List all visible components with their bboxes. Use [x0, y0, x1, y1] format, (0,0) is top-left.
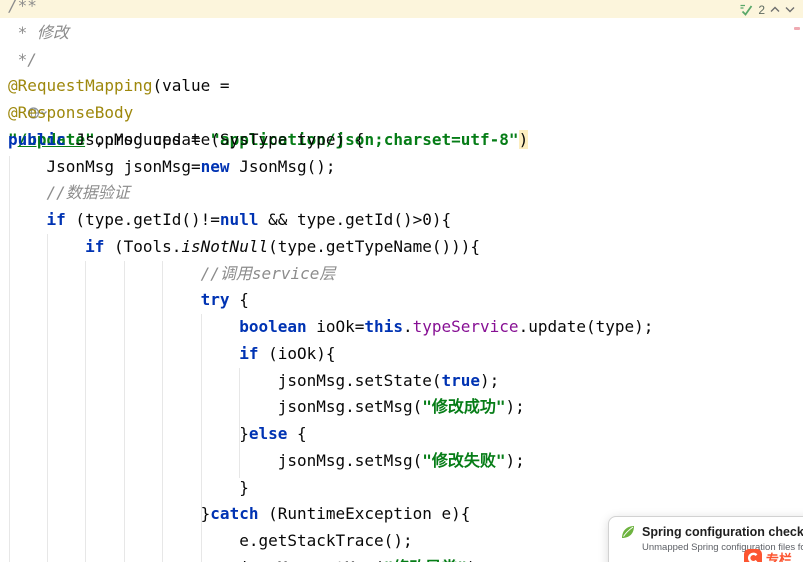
prev-problem-button[interactable]	[770, 6, 780, 13]
inspections-widget[interactable]: 2	[739, 2, 795, 17]
code-line: jsonMsg.setMsg("修改成功");	[8, 394, 653, 421]
code-line: }catch (RuntimeException e){	[8, 501, 653, 528]
code-line: if (Tools.isNotNull(type.getTypeName()))…	[8, 234, 653, 261]
inspection-count: 2	[758, 3, 765, 17]
ide-editor-window: /** * 修改 */@RequestMapping(value = "/upd…	[0, 0, 803, 562]
overlay-label: 专栏	[766, 549, 792, 562]
typos-ok-icon	[739, 3, 753, 16]
code-line: e.getStackTrace();	[8, 528, 653, 555]
code-line: jsonMsg.setState(true);	[8, 368, 653, 395]
code-line: jsonMsg.setMsg("修改失败");	[8, 448, 653, 475]
code-line: * 修改	[8, 20, 653, 47]
code-line: }	[8, 475, 653, 502]
code-line: }else {	[8, 421, 653, 448]
code-line: boolean ioOk=this.typeService.update(typ…	[8, 314, 653, 341]
code-line: jsonMsg.setMsg("修改异常");	[8, 555, 653, 562]
floating-overlay-badge[interactable]: 专栏	[744, 549, 792, 562]
code-line: @RequestMapping(value = "/update",produc…	[8, 73, 653, 100]
code-editor[interactable]: /** * 修改 */@RequestMapping(value = "/upd…	[8, 0, 653, 562]
code-line: /**	[8, 0, 653, 20]
code-line: public JsonMsg update(SysType type) {	[8, 127, 653, 154]
code-line: */	[8, 47, 653, 74]
csdn-logo[interactable]	[744, 549, 762, 562]
code-line: //数据验证	[8, 180, 653, 207]
scrollbar-warning-marker[interactable]	[794, 27, 800, 30]
code-line: JsonMsg jsonMsg=new JsonMsg();	[8, 154, 653, 181]
spring-leaf-icon	[621, 525, 635, 539]
next-problem-button[interactable]	[785, 6, 795, 13]
code-line: try {	[8, 287, 653, 314]
code-line: @ResponseBody	[8, 100, 653, 127]
code-line: if (type.getId()!=null && type.getId()>0…	[8, 207, 653, 234]
code-line: //调用service层	[8, 261, 653, 288]
notification-title: Spring configuration check	[642, 525, 803, 539]
code-line: if (ioOk){	[8, 341, 653, 368]
